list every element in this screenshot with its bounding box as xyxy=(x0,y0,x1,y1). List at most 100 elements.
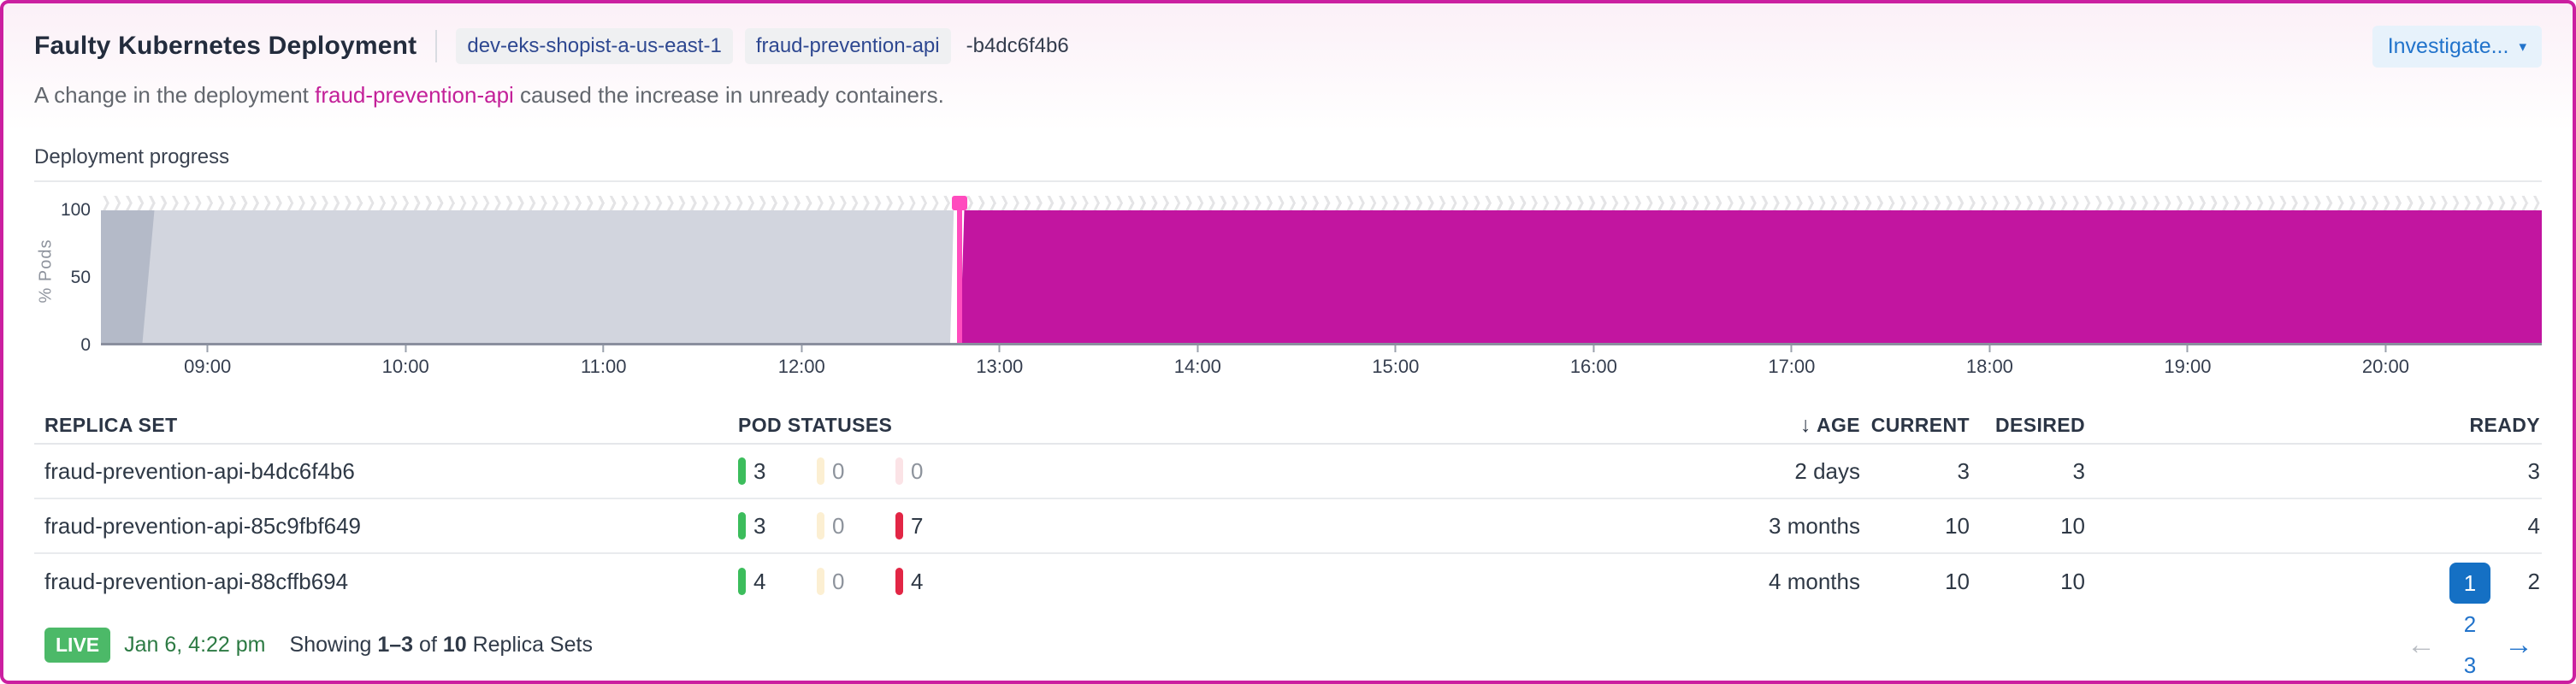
chart-title: Deployment progress xyxy=(34,145,230,168)
tick-mark xyxy=(1592,345,1595,352)
x-tick: 19:00 xyxy=(2164,345,2211,378)
panel-header: Faulty Kubernetes Deployment dev-eks-sho… xyxy=(34,26,2542,68)
chart-plot-area[interactable] xyxy=(101,196,2542,345)
pod-count: 3 xyxy=(753,512,766,539)
pod-count: 3 xyxy=(753,457,766,484)
showing-of: of xyxy=(413,632,443,657)
tick-mark xyxy=(801,345,803,352)
desired-cell: 3 xyxy=(2072,457,2085,484)
failed-status-bar-icon xyxy=(895,512,903,540)
showing-total: 10 xyxy=(442,632,467,657)
deployment-link[interactable]: fraud-prevention-api xyxy=(315,82,514,108)
pod-statuses-cell: 3 0 7 xyxy=(738,512,1732,540)
x-tick: 14:00 xyxy=(1174,345,1221,378)
pod-count: 4 xyxy=(911,568,924,594)
pod-status-pending: 0 xyxy=(817,568,895,595)
x-tick-label: 20:00 xyxy=(2361,356,2409,377)
tick-mark xyxy=(206,345,209,352)
live-badge[interactable]: LIVE xyxy=(44,627,111,663)
x-tick: 11:00 xyxy=(581,345,626,378)
tick-mark xyxy=(1790,345,1793,352)
tick-mark xyxy=(2186,345,2189,352)
event-marker-line xyxy=(956,209,962,344)
ok-status-bar-icon xyxy=(738,568,746,595)
pending-status-bar-icon xyxy=(817,568,824,595)
faulty-kubernetes-deployment-panel: Faulty Kubernetes Deployment dev-eks-sho… xyxy=(0,0,2576,684)
pod-count: 7 xyxy=(911,512,924,539)
header-divider xyxy=(435,30,438,62)
replica-set-name: fraud-prevention-api-b4dc6f4b6 xyxy=(44,457,355,484)
column-header-pod-statuses[interactable]: POD STATUSES xyxy=(738,414,1732,437)
investigate-button[interactable]: Investigate... ▾ xyxy=(2372,26,2542,68)
unready-hatch-band xyxy=(101,196,2542,210)
x-axis-ticks: 09:00 10:00 11:00 12:00 13:00 14:00 15:00 16:00… xyxy=(132,345,2511,381)
event-marker-handle-icon[interactable] xyxy=(951,196,967,210)
faulty-replica-set-pods xyxy=(960,210,2542,345)
timestamp: Jan 6, 4:22 pm xyxy=(124,632,266,657)
replica-set-name: fraud-prevention-api-88cffb694 xyxy=(44,568,349,594)
age-cell: 3 months xyxy=(1769,512,1860,539)
table-row[interactable]: fraud-prevention-api-85c9fbf649 3 0 7 3 mo… xyxy=(34,499,2542,554)
column-header-replica-set[interactable]: REPLICA SET xyxy=(34,414,738,437)
page-title: Faulty Kubernetes Deployment xyxy=(34,32,417,60)
age-header-label: AGE xyxy=(1816,413,1860,436)
current-cell: 10 xyxy=(1945,568,1970,594)
failed-status-bar-icon xyxy=(895,457,903,485)
table-row[interactable]: fraud-prevention-api-b4dc6f4b6 3 0 0 2 day… xyxy=(34,445,2542,499)
deployment-tag[interactable]: fraud-prevention-api xyxy=(744,28,951,64)
x-tick-label: 18:00 xyxy=(1965,356,2013,377)
pod-status-failed: 4 xyxy=(895,568,974,595)
y-axis-label: % Pods xyxy=(36,239,56,303)
x-tick-label: 19:00 xyxy=(2164,356,2212,377)
showing-range: 1–3 xyxy=(377,632,414,657)
desired-cell: 10 xyxy=(2060,512,2085,539)
area-series xyxy=(101,210,2542,345)
age-cell: 2 days xyxy=(1794,457,1860,484)
showing-prefix: Showing xyxy=(289,632,378,657)
page-button-1[interactable]: 1 xyxy=(2449,563,2490,604)
ok-status-bar-icon xyxy=(738,457,746,485)
column-header-desired[interactable]: DESIRED xyxy=(1970,414,2085,437)
replica-set-name: fraud-prevention-api-85c9fbf649 xyxy=(44,512,362,539)
x-tick: 18:00 xyxy=(1966,345,2013,378)
age-cell: 4 months xyxy=(1769,568,1860,594)
ok-status-bar-icon xyxy=(738,512,746,540)
column-header-current[interactable]: CURRENT xyxy=(1860,414,1970,437)
page-button-2[interactable]: 2 xyxy=(2449,604,2490,645)
previous-page-arrow-icon[interactable]: ← xyxy=(2398,630,2444,659)
deployment-progress-chart[interactable]: % Pods 100 50 0 xyxy=(34,196,2542,355)
x-tick-label: 15:00 xyxy=(1372,356,1420,377)
column-header-age[interactable]: ↓ AGE xyxy=(1732,413,1860,438)
cluster-tag[interactable]: dev-eks-shopist-a-us-east-1 xyxy=(456,28,733,64)
tick-mark xyxy=(602,345,605,352)
pending-status-bar-icon xyxy=(817,457,824,485)
tick-mark xyxy=(998,345,1001,352)
pod-status-failed: 0 xyxy=(895,457,974,485)
ready-cell: 4 xyxy=(2527,512,2540,539)
column-header-ready[interactable]: READY xyxy=(2085,414,2542,437)
current-cell: 3 xyxy=(1957,457,1970,484)
showing-suffix: Replica Sets xyxy=(466,632,593,657)
tick-mark xyxy=(2384,345,2387,352)
chart-title-divider xyxy=(34,180,2542,182)
pod-status-failed: 7 xyxy=(895,512,974,540)
current-cell: 10 xyxy=(1945,512,1970,539)
failed-status-bar-icon xyxy=(895,568,903,595)
x-tick-label: 16:00 xyxy=(1569,356,1617,377)
pending-status-bar-icon xyxy=(817,512,824,540)
tick-mark xyxy=(1394,345,1397,352)
sort-descending-icon: ↓ xyxy=(1800,412,1811,437)
page-button-3[interactable]: 3 xyxy=(2449,645,2490,684)
x-tick-label: 14:00 xyxy=(1173,356,1221,377)
table-row[interactable]: fraud-prevention-api-88cffb694 4 0 4 4 mon… xyxy=(34,554,2542,609)
x-tick: 09:00 xyxy=(184,345,231,378)
next-page-arrow-icon[interactable]: → xyxy=(2496,630,2542,659)
replica-sets-table: REPLICA SET POD STATUSES ↓ AGE CURRENT DE… xyxy=(34,407,2542,609)
pod-count: 0 xyxy=(832,568,845,594)
pod-statuses-cell: 4 0 4 xyxy=(738,568,1732,595)
x-tick: 17:00 xyxy=(1768,345,1815,378)
pod-statuses-cell: 3 0 0 xyxy=(738,457,1732,485)
pod-status-ok: 4 xyxy=(738,568,817,595)
x-tick: 20:00 xyxy=(2362,345,2409,378)
revision-suffix: -b4dc6f4b6 xyxy=(966,34,1069,57)
